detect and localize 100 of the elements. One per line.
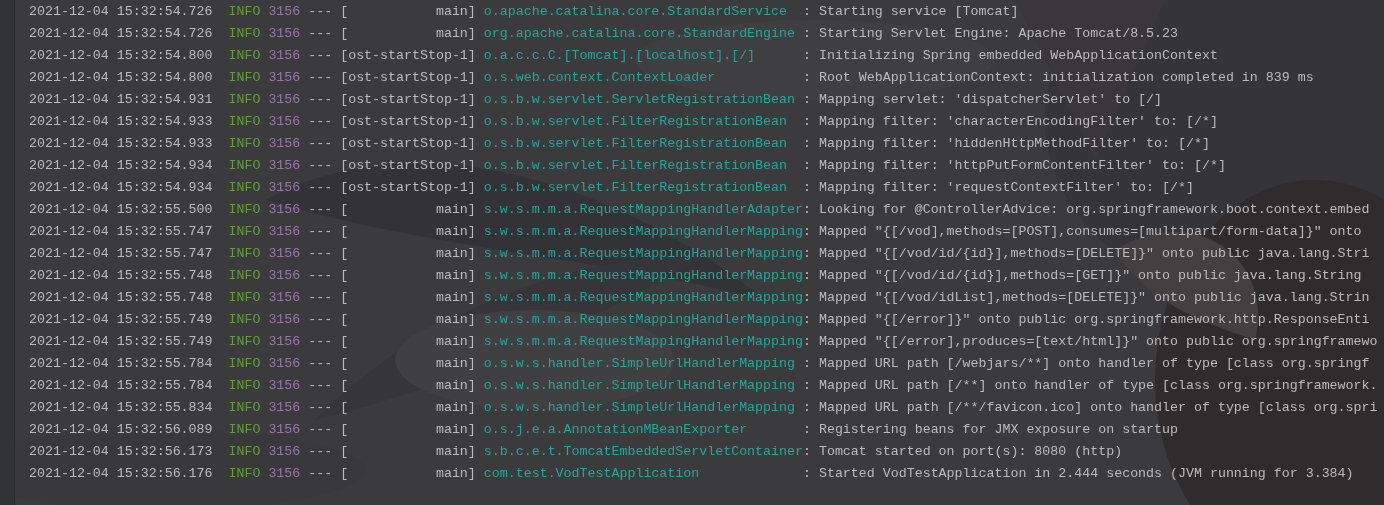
process-id: 3156 — [268, 289, 302, 307]
logger-name: s.w.s.m.m.a.RequestMappingHandlerMapping — [483, 245, 803, 263]
log-level: INFO — [228, 399, 262, 417]
logger-name: s.b.c.e.t.TomcatEmbeddedServletContainer — [483, 443, 803, 461]
process-id: 3156 — [268, 245, 302, 263]
log-level: INFO — [228, 135, 262, 153]
separator: --- — [308, 465, 334, 483]
separator: --- — [308, 399, 334, 417]
thread-name: [ main] — [340, 465, 477, 483]
log-level: INFO — [228, 289, 262, 307]
log-level: INFO — [228, 465, 262, 483]
log-message: : Root WebApplicationContext: initialization completed in 839 ms — [802, 69, 1314, 87]
log-message: : Mapped "{[/vod/id/{id}],methods=[GET]}" onto public java.lang.String — [802, 267, 1362, 285]
separator: --- — [308, 377, 334, 395]
thread-name: [ main] — [340, 245, 477, 263]
thread-name: [ost-startStop-1] — [340, 135, 477, 153]
log-level: INFO — [228, 179, 262, 197]
timestamp: 2021-12-04 15:32:55.748 — [29, 267, 214, 285]
timestamp: 2021-12-04 15:32:56.089 — [29, 421, 214, 439]
timestamp: 2021-12-04 15:32:54.800 — [29, 47, 214, 65]
log-message: : Mapped "{[/vod/idList],methods=[DELETE]}" onto public java.lang.Strin — [802, 289, 1370, 307]
separator: --- — [308, 47, 334, 65]
separator: --- — [308, 157, 334, 175]
logger-name: s.w.s.m.m.a.RequestMappingHandlerMapping — [483, 267, 803, 285]
timestamp: 2021-12-04 15:32:54.933 — [29, 113, 214, 131]
logger-name: o.s.w.s.handler.SimpleUrlHandlerMapping — [483, 399, 796, 417]
process-id: 3156 — [268, 311, 302, 329]
log-message: : Mapping servlet: 'dispatcherServlet' to [/] — [802, 91, 1163, 109]
log-message: : Mapping filter: 'httpPutFormContentFilter' to: [/*] — [802, 157, 1226, 175]
log-level: INFO — [228, 333, 262, 351]
process-id: 3156 — [268, 179, 302, 197]
separator: --- — [308, 289, 334, 307]
process-id: 3156 — [268, 223, 302, 241]
timestamp: 2021-12-04 15:32:55.784 — [29, 355, 214, 373]
log-message: : Starting service [Tomcat] — [802, 3, 1019, 21]
separator: --- — [308, 245, 334, 263]
log-level: INFO — [228, 443, 262, 461]
timestamp: 2021-12-04 15:32:55.747 — [29, 245, 214, 263]
thread-name: [ost-startStop-1] — [340, 157, 477, 175]
process-id: 3156 — [268, 47, 302, 65]
log-message: : Mapped URL path [/webjars/**] onto handler of type [class org.springf — [802, 355, 1370, 373]
log-level: INFO — [228, 421, 262, 439]
process-id: 3156 — [268, 377, 302, 395]
timestamp: 2021-12-04 15:32:54.726 — [29, 25, 214, 43]
log-level: INFO — [228, 267, 262, 285]
timestamp: 2021-12-04 15:32:54.934 — [29, 157, 214, 175]
logger-name: o.s.b.w.servlet.FilterRegistrationBean — [483, 157, 788, 175]
logger-name: o.s.b.w.servlet.FilterRegistrationBean — [483, 179, 788, 197]
logger-name: s.w.s.m.m.a.RequestMappingHandlerAdapter — [483, 201, 803, 219]
log-message: : Mapping filter: 'characterEncodingFilter' to: [/*] — [802, 113, 1218, 131]
log-level: INFO — [228, 47, 262, 65]
logger-name: o.a.c.c.C.[Tomcat].[localhost].[/] — [483, 47, 757, 65]
logger-name: o.s.w.s.handler.SimpleUrlHandlerMapping — [483, 377, 796, 395]
timestamp: 2021-12-04 15:32:56.176 — [29, 465, 214, 483]
separator: --- — [308, 333, 334, 351]
logger-name: o.apache.catalina.core.StandardService — [483, 3, 788, 21]
logger-name: s.w.s.m.m.a.RequestMappingHandlerMapping — [483, 333, 803, 351]
logger-name: o.s.b.w.servlet.ServletRegistrationBean — [483, 91, 796, 109]
timestamp: 2021-12-04 15:32:54.933 — [29, 135, 214, 153]
process-id: 3156 — [268, 91, 302, 109]
separator: --- — [308, 355, 334, 373]
log-message: : Started VodTestApplication in 2.444 seconds (JVM running for 3.384) — [802, 465, 1354, 483]
log-level: INFO — [228, 157, 262, 175]
thread-name: [ main] — [340, 223, 477, 241]
process-id: 3156 — [268, 3, 302, 21]
separator: --- — [308, 201, 334, 219]
timestamp: 2021-12-04 15:32:55.834 — [29, 399, 214, 417]
timestamp: 2021-12-04 15:32:54.931 — [29, 91, 214, 109]
thread-name: [ost-startStop-1] — [340, 113, 477, 131]
logger-name: org.apache.catalina.core.StandardEngine — [483, 25, 796, 43]
process-id: 3156 — [268, 69, 302, 87]
separator: --- — [308, 421, 334, 439]
log-message: : Mapped "{[/error]}" onto public org.springframework.http.ResponseEnti — [802, 311, 1370, 329]
thread-name: [ main] — [340, 267, 477, 285]
log-message: : Mapping filter: 'hiddenHttpMethodFilter' to: [/*] — [802, 135, 1210, 153]
log-level: INFO — [228, 113, 262, 131]
logger-name: o.s.b.w.servlet.FilterRegistrationBean — [483, 113, 788, 131]
log-level: INFO — [228, 311, 262, 329]
logger-name: o.s.j.e.a.AnnotationMBeanExporter — [483, 421, 749, 439]
separator: --- — [308, 311, 334, 329]
log-level: INFO — [228, 3, 262, 21]
process-id: 3156 — [268, 135, 302, 153]
process-id: 3156 — [268, 201, 302, 219]
separator: --- — [308, 25, 334, 43]
separator: --- — [308, 69, 334, 87]
log-level: INFO — [228, 25, 262, 43]
separator: --- — [308, 223, 334, 241]
timestamp: 2021-12-04 15:32:55.749 — [29, 311, 214, 329]
timestamp: 2021-12-04 15:32:55.748 — [29, 289, 214, 307]
log-level: INFO — [228, 377, 262, 395]
separator: --- — [308, 91, 334, 109]
thread-name: [ main] — [340, 25, 477, 43]
thread-name: [ main] — [340, 399, 477, 417]
process-id: 3156 — [268, 25, 302, 43]
log-message: : Initializing Spring embedded WebApplicationContext — [802, 47, 1218, 65]
log-message: : Mapped "{[/error],produces=[text/html]}" onto public org.springframewo — [802, 333, 1378, 351]
thread-name: [ main] — [340, 201, 477, 219]
thread-name: [ main] — [340, 289, 477, 307]
log-message: : Mapped "{[/vod/id/{id}],methods=[DELETE]}" onto public java.lang.Stri — [802, 245, 1370, 263]
thread-name: [ost-startStop-1] — [340, 47, 477, 65]
